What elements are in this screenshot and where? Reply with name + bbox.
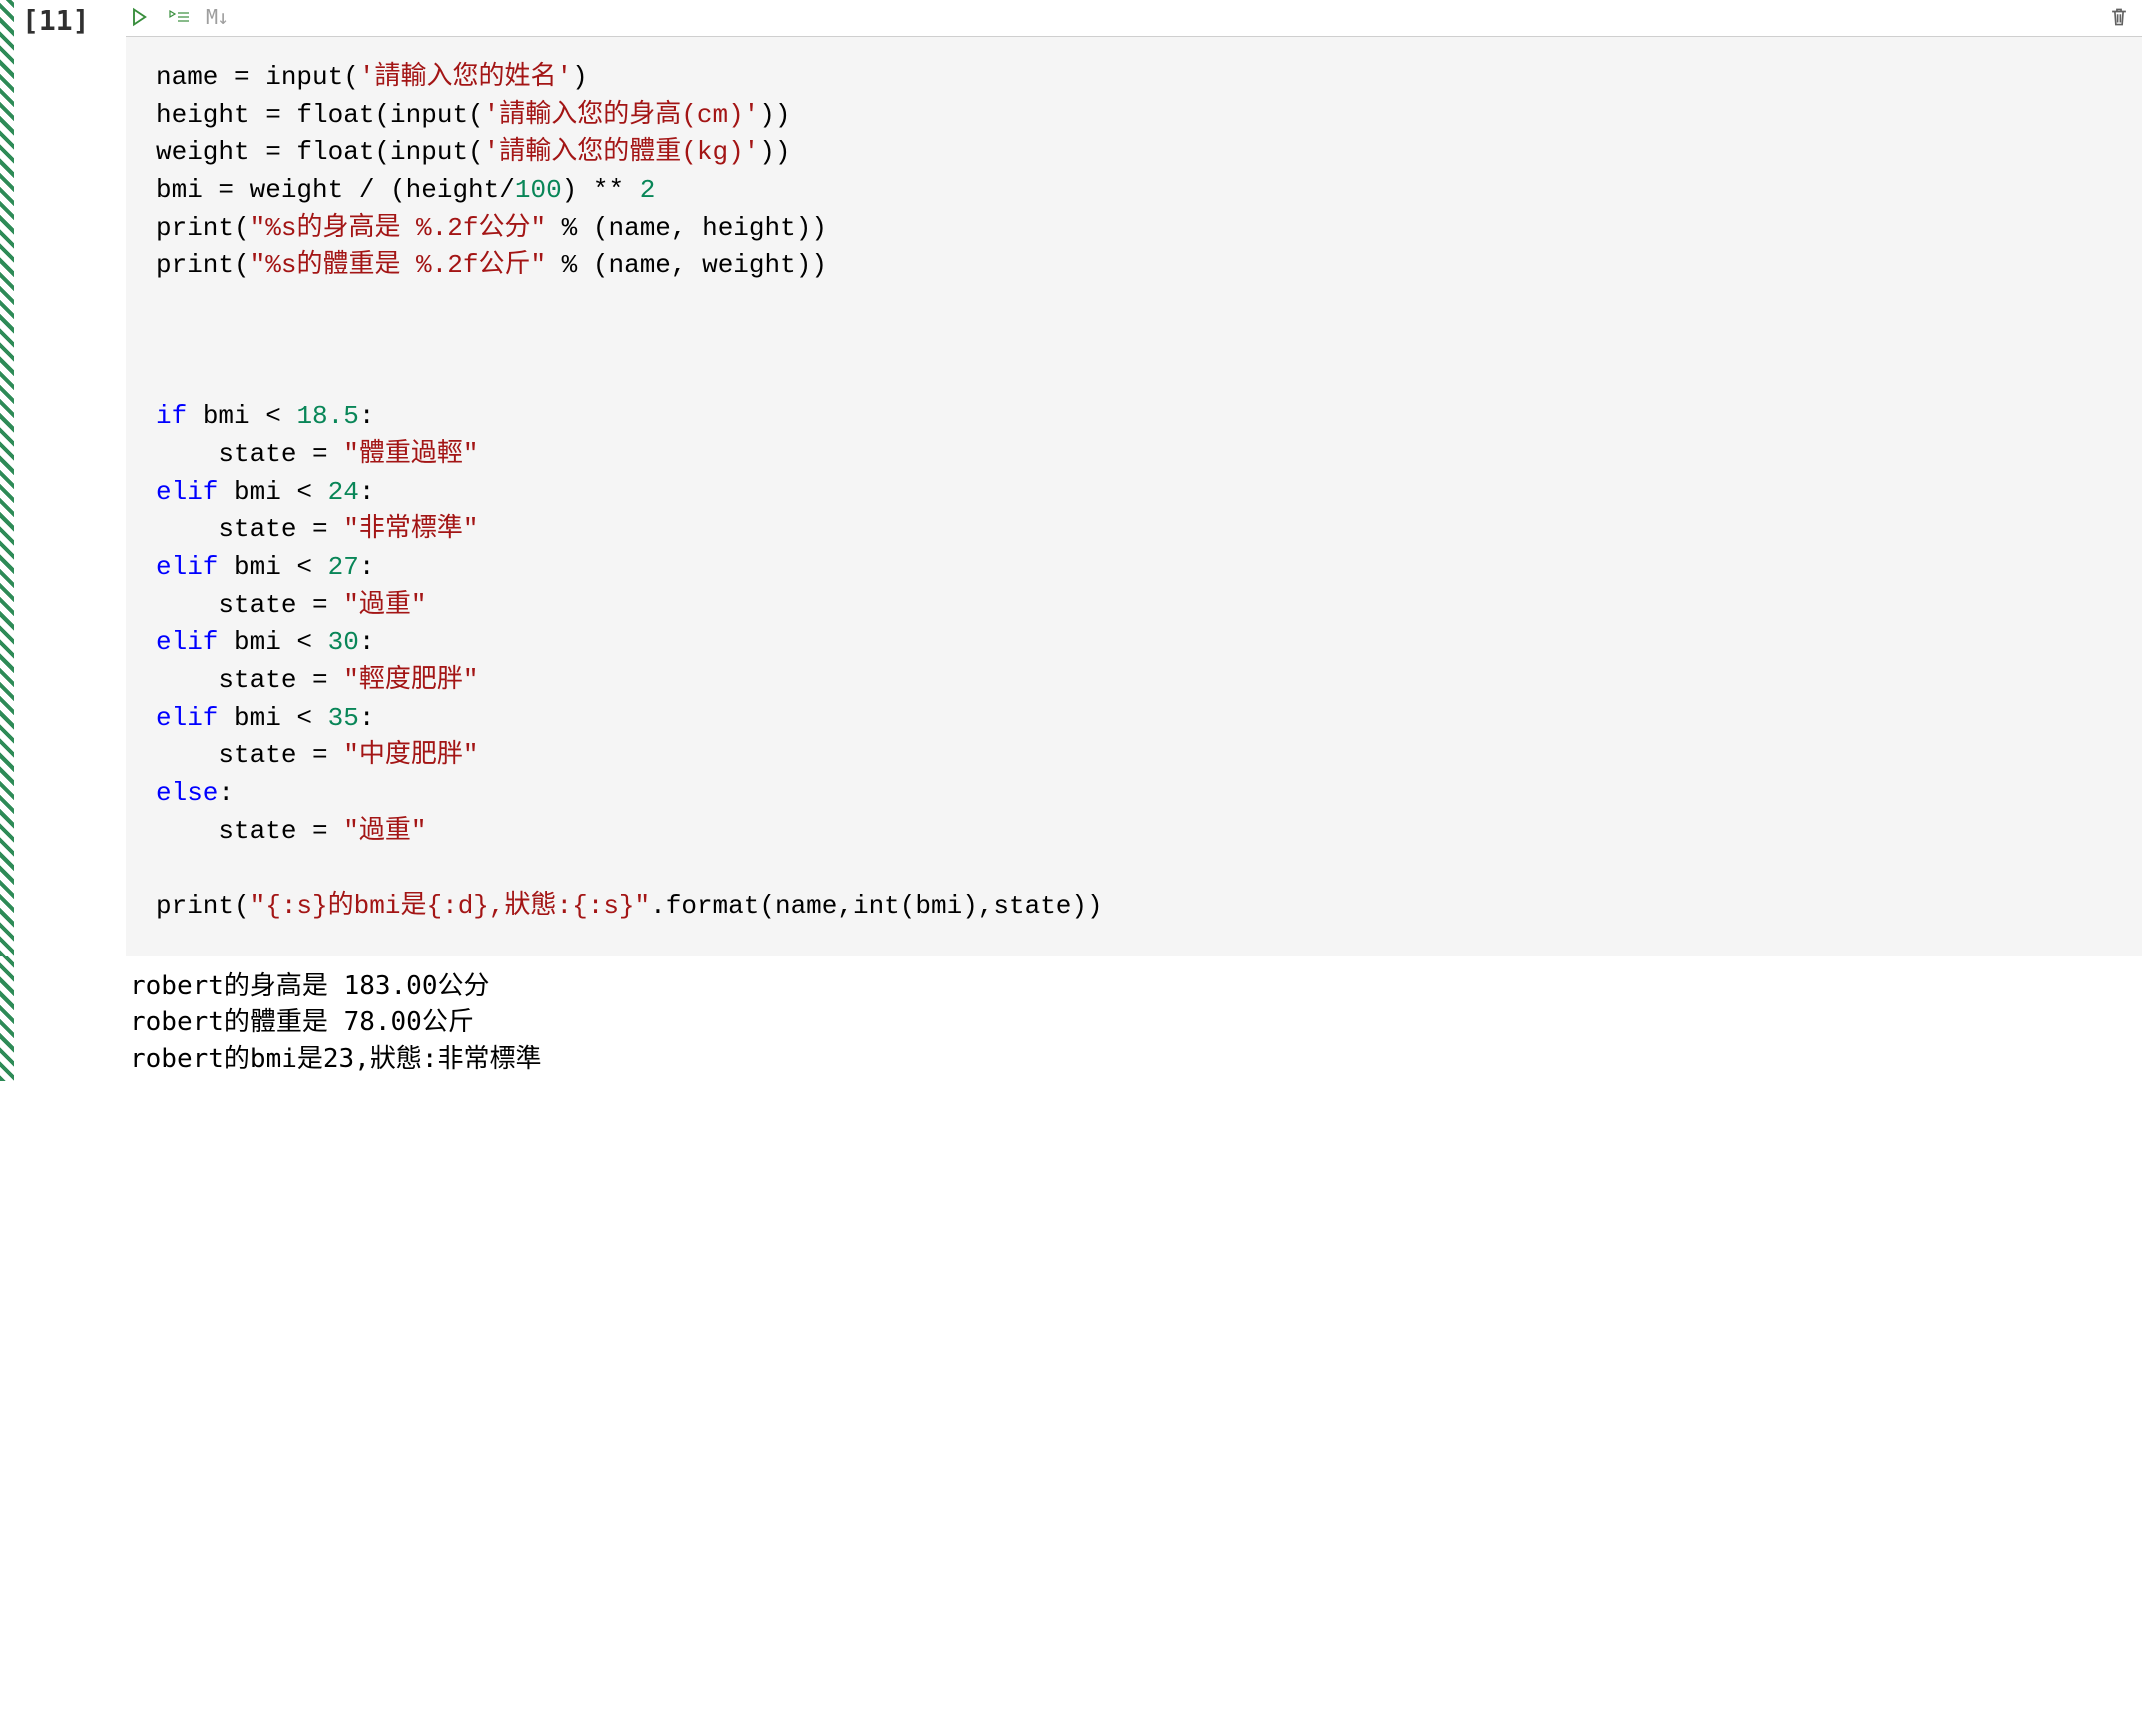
execution-gutter: [0, 0, 14, 956]
code-token: ) **: [562, 175, 640, 205]
cell-main: M↓ name = input('請輸入您的姓名') height = floa…: [126, 0, 2142, 956]
code-token: "過重": [343, 590, 426, 620]
cell-toolbar: M↓: [126, 0, 2142, 36]
code-token: state =: [156, 740, 343, 770]
code-token: elif: [156, 703, 218, 733]
code-token: .format(name,int(bmi),state)): [650, 891, 1102, 921]
code-token: :: [359, 627, 375, 657]
code-token: "非常標準": [343, 514, 478, 544]
prompt-column: [11]: [14, 0, 126, 956]
code-token: "{:s}: [250, 891, 328, 921]
code-token: )): [759, 137, 790, 167]
code-token: bmi <: [218, 552, 327, 582]
output-row: robert的身高是 183.00公分 robert的體重是 78.00公斤 r…: [0, 956, 2142, 1081]
code-token: elif: [156, 477, 218, 507]
code-token: print(: [156, 213, 250, 243]
code-token: 100: [515, 175, 562, 205]
code-token: '請輸入您的體重(kg)': [484, 137, 760, 167]
output-prompt-col: [14, 956, 126, 1081]
code-token: print(: [156, 250, 250, 280]
code-token: 35: [328, 703, 359, 733]
code-token: :: [359, 401, 375, 431]
code-cell: [11] M↓: [0, 0, 2142, 956]
run-by-line-icon[interactable]: [166, 4, 192, 30]
code-token: state =: [156, 816, 343, 846]
code-token: :: [218, 778, 234, 808]
execution-count: [11]: [14, 4, 89, 37]
code-token: 公斤": [478, 250, 546, 280]
code-token: 公分": [478, 213, 546, 243]
code-token: :: [359, 477, 375, 507]
code-token: ,: [489, 891, 505, 921]
code-token: print(: [156, 891, 250, 921]
code-token: state =: [156, 514, 343, 544]
code-token: 18.5: [296, 401, 358, 431]
code-token: 的: [328, 891, 354, 921]
code-token: weight = float(input(: [156, 137, 484, 167]
code-token: "%s: [250, 250, 297, 280]
code-token: {:s}": [572, 891, 650, 921]
code-token: bmi <: [187, 401, 296, 431]
code-token: state =: [156, 665, 343, 695]
code-token: 24: [328, 477, 359, 507]
code-token: ): [572, 62, 588, 92]
markdown-toggle[interactable]: M↓: [206, 5, 228, 29]
code-token: height = float(input(: [156, 100, 484, 130]
code-token: bmi <: [218, 477, 327, 507]
code-token: %.2f: [416, 250, 478, 280]
code-token: {:d}: [426, 891, 488, 921]
code-token: '請輸入您的姓名': [359, 62, 572, 92]
code-token: state =: [156, 439, 343, 469]
code-token: else: [156, 778, 218, 808]
code-token: 的體重是: [296, 250, 416, 280]
code-token: "輕度肥胖": [343, 665, 478, 695]
code-token: )): [759, 100, 790, 130]
run-cell-icon[interactable]: [126, 4, 152, 30]
code-token: %.2f: [416, 213, 478, 243]
code-token: 是: [400, 891, 426, 921]
code-token: bmi: [354, 891, 401, 921]
cell-output: robert的身高是 183.00公分 robert的體重是 78.00公斤 r…: [126, 956, 546, 1081]
code-token: 2: [640, 175, 656, 205]
code-token: elif: [156, 552, 218, 582]
code-token: % (name, weight)): [546, 250, 827, 280]
code-token: 30: [328, 627, 359, 657]
code-token: "%s: [250, 213, 297, 243]
code-token: bmi <: [218, 703, 327, 733]
code-token: % (name, height)): [546, 213, 827, 243]
code-token: 狀態:: [505, 891, 573, 921]
code-token: state =: [156, 590, 343, 620]
code-token: "過重": [343, 816, 426, 846]
toolbar-left: M↓: [126, 4, 228, 30]
code-token: '請輸入您的身高(cm)': [484, 100, 760, 130]
delete-cell-icon[interactable]: [2106, 4, 2132, 30]
code-token: :: [359, 703, 375, 733]
code-token: :: [359, 552, 375, 582]
code-token: bmi = weight / (height/: [156, 175, 515, 205]
code-token: if: [156, 401, 187, 431]
code-editor[interactable]: name = input('請輸入您的姓名') height = float(i…: [126, 36, 2142, 956]
code-token: elif: [156, 627, 218, 657]
code-token: 的身高是: [296, 213, 416, 243]
code-token: bmi <: [218, 627, 327, 657]
output-gutter: [0, 956, 14, 1081]
code-token: "體重過輕": [343, 439, 478, 469]
code-token: name = input(: [156, 62, 359, 92]
code-token: 27: [328, 552, 359, 582]
code-token: "中度肥胖": [343, 740, 478, 770]
